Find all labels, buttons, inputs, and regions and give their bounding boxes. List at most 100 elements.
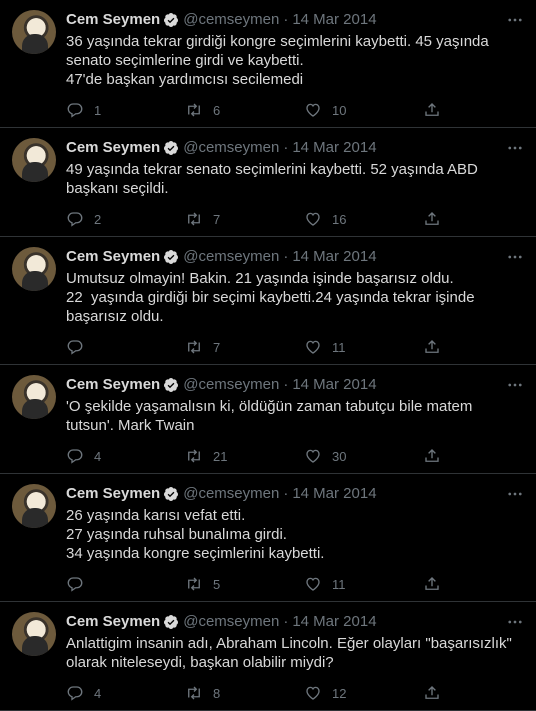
separator-dot: · bbox=[283, 11, 289, 28]
tweet-actions: 4 21 30 bbox=[66, 439, 522, 473]
tweet[interactable]: Cem Seymen @cemseymen · 14 Mar 2014 49 y… bbox=[0, 128, 536, 237]
tweet-actions: 4 8 12 bbox=[66, 676, 522, 710]
tweet[interactable]: Cem Seymen @cemseymen · 14 Mar 2014 'O ş… bbox=[0, 365, 536, 474]
like-count: 11 bbox=[332, 576, 346, 592]
more-icon[interactable] bbox=[506, 376, 524, 394]
share-button[interactable] bbox=[423, 338, 441, 356]
reply-icon bbox=[67, 449, 83, 464]
tweet-text: 'O şekilde yaşamalısın ki, öldüğün zaman… bbox=[66, 398, 477, 434]
like-button[interactable]: 11 bbox=[304, 338, 423, 356]
more-icon[interactable] bbox=[506, 485, 524, 503]
author-handle[interactable]: @cemseymen bbox=[183, 139, 279, 157]
like-count: 11 bbox=[332, 339, 346, 355]
tweet-actions: 2 7 16 bbox=[66, 202, 522, 236]
retweet-button[interactable]: 21 bbox=[185, 447, 304, 465]
tweet-text: 36 yaşında tekrar girdiği kongre seçimle… bbox=[66, 33, 489, 88]
tweet-actions: 5 11 bbox=[66, 567, 522, 601]
verified-badge-icon bbox=[164, 13, 179, 27]
retweet-count: 21 bbox=[213, 448, 228, 464]
retweet-button[interactable]: 6 bbox=[185, 101, 304, 119]
retweet-button[interactable]: 8 bbox=[185, 684, 304, 702]
author-name[interactable]: Cem Seymen bbox=[66, 485, 160, 503]
tweet-header: Cem Seymen @cemseymen · 14 Mar 2014 bbox=[66, 485, 522, 503]
like-button[interactable]: 12 bbox=[304, 684, 423, 702]
separator-dot: · bbox=[283, 613, 289, 630]
verified-badge-icon bbox=[164, 615, 179, 629]
share-icon bbox=[425, 340, 439, 353]
like-count: 16 bbox=[332, 211, 347, 227]
tweet-date[interactable]: 14 Mar 2014 bbox=[292, 248, 376, 266]
tweet-date[interactable]: 14 Mar 2014 bbox=[292, 139, 376, 157]
tweet[interactable]: Cem Seymen @cemseymen · 14 Mar 2014 26 y… bbox=[0, 474, 536, 602]
separator-dot: · bbox=[283, 248, 289, 265]
avatar[interactable] bbox=[12, 612, 56, 656]
reply-count: 4 bbox=[94, 448, 102, 464]
tweet[interactable]: Cem Seymen @cemseymen · 14 Mar 2014 Umut… bbox=[0, 237, 536, 365]
more-icon[interactable] bbox=[506, 139, 524, 157]
tweet-date[interactable]: 14 Mar 2014 bbox=[292, 11, 376, 29]
share-button[interactable] bbox=[423, 447, 441, 465]
avatar[interactable] bbox=[12, 375, 56, 419]
verified-badge-icon bbox=[164, 487, 179, 501]
tweet-header: Cem Seymen @cemseymen · 14 Mar 2014 bbox=[66, 248, 522, 266]
tweet[interactable]: Cem Seymen @cemseymen · 14 Mar 2014 Anla… bbox=[0, 602, 536, 711]
author-name[interactable]: Cem Seymen bbox=[66, 11, 160, 29]
like-button[interactable]: 16 bbox=[304, 210, 423, 228]
share-button[interactable] bbox=[423, 684, 441, 702]
tweet-actions: 1 6 10 bbox=[66, 93, 522, 127]
share-button[interactable] bbox=[423, 575, 441, 593]
tweet-date[interactable]: 14 Mar 2014 bbox=[292, 376, 376, 394]
share-button[interactable] bbox=[423, 210, 441, 228]
author-name[interactable]: Cem Seymen bbox=[66, 376, 160, 394]
like-button[interactable]: 10 bbox=[304, 101, 423, 119]
reply-button[interactable] bbox=[66, 338, 185, 356]
retweet-button[interactable]: 7 bbox=[185, 338, 304, 356]
retweet-button[interactable]: 5 bbox=[185, 575, 304, 593]
reply-icon bbox=[67, 686, 83, 701]
heart-icon bbox=[306, 686, 320, 700]
separator-dot: · bbox=[283, 485, 289, 502]
tweet-header: Cem Seymen @cemseymen · 14 Mar 2014 bbox=[66, 376, 522, 394]
author-name[interactable]: Cem Seymen bbox=[66, 613, 160, 631]
reply-button[interactable]: 2 bbox=[66, 210, 185, 228]
author-handle[interactable]: @cemseymen bbox=[183, 11, 279, 29]
share-icon bbox=[425, 686, 439, 699]
like-button[interactable]: 11 bbox=[304, 575, 423, 593]
reply-button[interactable]: 4 bbox=[66, 684, 185, 702]
share-icon bbox=[425, 103, 439, 116]
more-icon[interactable] bbox=[506, 11, 524, 29]
retweet-button[interactable]: 7 bbox=[185, 210, 304, 228]
heart-icon bbox=[306, 577, 320, 591]
avatar[interactable] bbox=[12, 138, 56, 182]
tweet-text: Anlattigim insanin adı, Abraham Lincoln.… bbox=[66, 635, 517, 671]
verified-badge-icon bbox=[164, 141, 179, 155]
heart-icon bbox=[306, 449, 320, 463]
author-handle[interactable]: @cemseymen bbox=[183, 376, 279, 394]
reply-button[interactable]: 4 bbox=[66, 447, 185, 465]
reply-button[interactable] bbox=[66, 575, 185, 593]
reply-button[interactable]: 1 bbox=[66, 101, 185, 119]
more-icon[interactable] bbox=[506, 613, 524, 631]
tweet-header: Cem Seymen @cemseymen · 14 Mar 2014 bbox=[66, 613, 522, 631]
share-icon bbox=[425, 577, 439, 590]
share-icon bbox=[425, 449, 439, 462]
reply-count: 4 bbox=[94, 685, 102, 701]
avatar[interactable] bbox=[12, 10, 56, 54]
author-name[interactable]: Cem Seymen bbox=[66, 248, 160, 266]
avatar[interactable] bbox=[12, 247, 56, 291]
author-handle[interactable]: @cemseymen bbox=[183, 613, 279, 631]
reply-count: 2 bbox=[94, 211, 102, 227]
like-count: 30 bbox=[332, 448, 347, 464]
tweet-date[interactable]: 14 Mar 2014 bbox=[292, 613, 376, 631]
share-button[interactable] bbox=[423, 101, 441, 119]
avatar[interactable] bbox=[12, 484, 56, 528]
like-button[interactable]: 30 bbox=[304, 447, 423, 465]
author-handle[interactable]: @cemseymen bbox=[183, 248, 279, 266]
tweet[interactable]: Cem Seymen @cemseymen · 14 Mar 2014 36 y… bbox=[0, 0, 536, 128]
author-handle[interactable]: @cemseymen bbox=[183, 485, 279, 503]
tweet-date[interactable]: 14 Mar 2014 bbox=[292, 485, 376, 503]
author-name[interactable]: Cem Seymen bbox=[66, 139, 160, 157]
more-icon[interactable] bbox=[506, 248, 524, 266]
separator-dot: · bbox=[283, 139, 289, 156]
retweet-count: 7 bbox=[213, 339, 221, 355]
